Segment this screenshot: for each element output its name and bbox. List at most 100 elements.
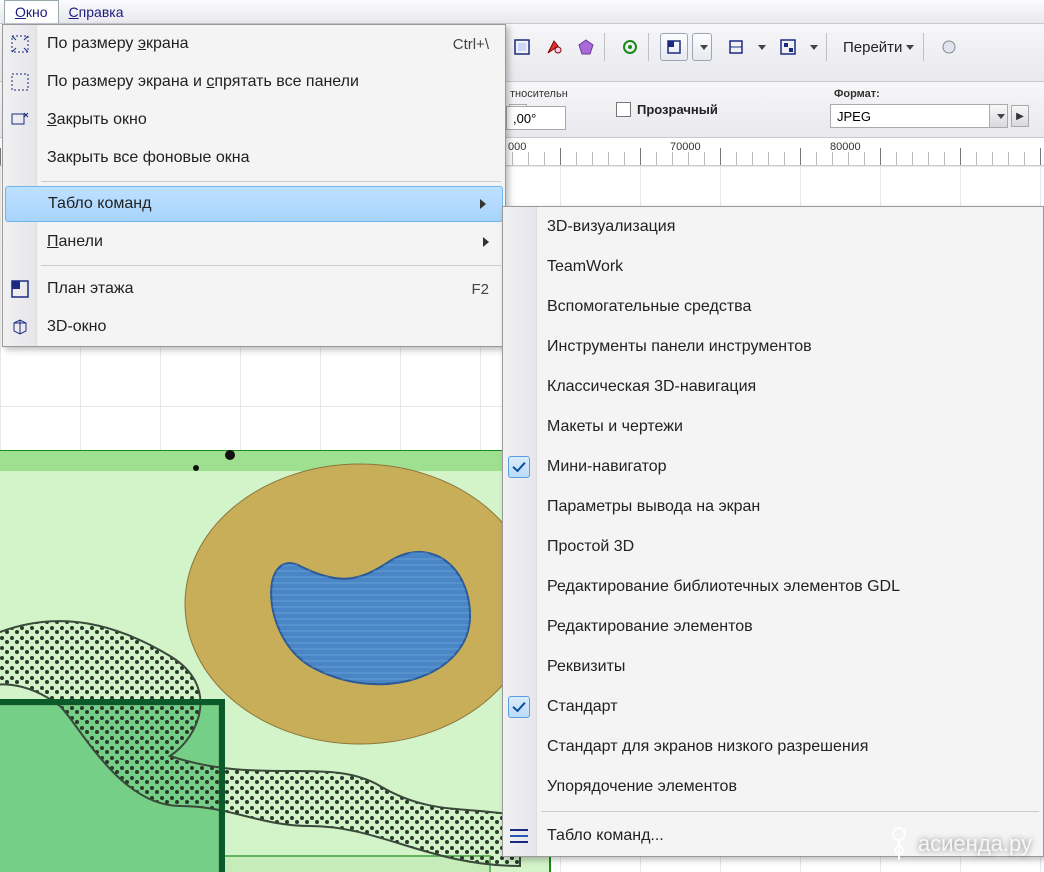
tool-icon-extra[interactable] bbox=[935, 33, 963, 61]
text: Инструменты панели инструментов bbox=[547, 338, 812, 356]
submenu-item-standard[interactable]: Стандарт bbox=[503, 687, 1043, 727]
menu-separator bbox=[41, 181, 501, 182]
3d-window-icon bbox=[9, 316, 31, 338]
text: прятать все панели bbox=[214, 73, 359, 90]
submenu-item[interactable]: TeamWork bbox=[503, 247, 1043, 287]
window-menu-dropdown: По размеру экрана Ctrl+\ По размеру экра… bbox=[2, 24, 506, 347]
transparent-label: Прозрачный bbox=[637, 102, 718, 117]
transparent-checkbox[interactable] bbox=[616, 102, 631, 117]
relative-label: тносительн bbox=[506, 86, 572, 102]
ruler-tick-label: 70000 bbox=[670, 141, 701, 153]
text: Табло команд... bbox=[547, 827, 664, 845]
format-dropdown-handle[interactable] bbox=[990, 104, 1008, 128]
text: Реквизиты bbox=[547, 658, 625, 676]
text: TeamWork bbox=[547, 258, 623, 276]
menu-window[interactable]: Окно bbox=[4, 0, 59, 23]
submenu-item[interactable]: Стандарт для экранов низкого разрешения bbox=[503, 727, 1043, 767]
text: Стандарт для экранов низкого разрешения bbox=[547, 738, 868, 756]
text: Классическая 3D-навигация bbox=[547, 378, 756, 396]
menu-item-close-window[interactable]: Закрыть окно bbox=[3, 101, 505, 139]
tool-icon-lamp[interactable] bbox=[540, 33, 568, 61]
tool-icon-section[interactable] bbox=[722, 33, 750, 61]
fit-hide-icon bbox=[9, 71, 31, 93]
menu-window-label: кно bbox=[26, 4, 48, 20]
submenu-item[interactable]: Редактирование элементов bbox=[503, 607, 1043, 647]
text: Простой 3D bbox=[547, 538, 634, 556]
submenu-separator bbox=[541, 811, 1039, 812]
menu-item-fit-hide-panels[interactable]: По размеру экрана и спрятать все панели bbox=[3, 63, 505, 101]
close-window-icon bbox=[9, 109, 31, 131]
toolbar-separator bbox=[826, 33, 834, 61]
submenu-item[interactable]: Простой 3D bbox=[503, 527, 1043, 567]
tool-icon-target[interactable] bbox=[616, 33, 644, 61]
tool-icon-a[interactable] bbox=[508, 33, 536, 61]
text: Закрыть все фоновые окна bbox=[47, 149, 250, 167]
submenu-item[interactable]: Упорядочение элементов bbox=[503, 767, 1043, 807]
text: Параметры вывода на экран bbox=[547, 498, 760, 516]
floor-plan-icon bbox=[9, 278, 31, 300]
submenu-item[interactable]: Вспомогательные средства bbox=[503, 287, 1043, 327]
submenu-item[interactable]: Параметры вывода на экран bbox=[503, 487, 1043, 527]
chevron-down-icon[interactable] bbox=[758, 45, 766, 50]
shortcut-label: F2 bbox=[471, 281, 489, 298]
menu-item-3d-window[interactable]: 3D-окно bbox=[3, 308, 505, 346]
text: По размеру экрана и bbox=[47, 73, 206, 90]
menu-window-accel: О bbox=[15, 4, 26, 20]
toolbar-separator bbox=[923, 33, 931, 61]
goto-button[interactable]: Перейти bbox=[836, 33, 921, 61]
submenu-item[interactable]: Классическая 3D-навигация bbox=[503, 367, 1043, 407]
text: Редактирование элементов bbox=[547, 618, 753, 636]
menu-separator bbox=[41, 265, 501, 266]
accel: П bbox=[47, 233, 59, 250]
menu-help-accel: С bbox=[69, 4, 79, 20]
text: акрыть окно bbox=[57, 111, 147, 128]
tool-icon-layout[interactable] bbox=[774, 33, 802, 61]
text: Табло команд bbox=[48, 195, 151, 213]
submenu-item[interactable]: 3D-визуализация bbox=[503, 207, 1043, 247]
submenu-item[interactable]: Макеты и чертежи bbox=[503, 407, 1043, 447]
submenu-item[interactable]: Редактирование библиотечных элементов GD… bbox=[503, 567, 1043, 607]
format-value: JPEG bbox=[837, 109, 871, 124]
tool-icon-gem[interactable] bbox=[572, 33, 600, 61]
text: По размеру bbox=[47, 35, 138, 52]
accel: З bbox=[47, 111, 57, 128]
text: Вспомогательные средства bbox=[547, 298, 751, 316]
menu-help[interactable]: Справка bbox=[59, 0, 134, 23]
text: 3D-визуализация bbox=[547, 218, 675, 236]
menu-item-toolbars[interactable]: Табло команд bbox=[5, 186, 503, 222]
menu-item-fit-screen[interactable]: По размеру экрана Ctrl+\ bbox=[3, 25, 505, 63]
tool-plan-dropdown[interactable] bbox=[692, 33, 712, 61]
toolbar-separator bbox=[648, 33, 656, 61]
menu-item-close-all-bg[interactable]: Закрыть все фоновые окна bbox=[3, 139, 505, 177]
check-icon bbox=[508, 696, 530, 718]
submenu-item-mini-navigator[interactable]: Мини-навигатор bbox=[503, 447, 1043, 487]
format-extra-button[interactable]: ▶ bbox=[1011, 105, 1029, 127]
text: крана bbox=[146, 35, 189, 52]
shortcut-label: Ctrl+\ bbox=[453, 36, 489, 53]
angle-value: ,00° bbox=[513, 111, 536, 126]
chevron-down-icon bbox=[906, 45, 914, 50]
menu-item-floor-plan[interactable]: План этажа F2 bbox=[3, 270, 505, 308]
format-label: Формат: bbox=[830, 86, 1029, 102]
chevron-down-icon[interactable] bbox=[810, 45, 818, 50]
menu-help-label: правка bbox=[79, 4, 124, 20]
watermark: асиенда.ру bbox=[886, 824, 1032, 864]
submenu-item[interactable]: Инструменты панели инструментов bbox=[503, 327, 1043, 367]
check-icon bbox=[508, 456, 530, 478]
submenu-item[interactable]: Реквизиты bbox=[503, 647, 1043, 687]
format-select[interactable]: JPEG bbox=[830, 104, 990, 128]
angle-field[interactable]: ,00° bbox=[506, 106, 566, 130]
menu-item-panels[interactable]: Панели bbox=[3, 223, 505, 261]
chevron-down-icon bbox=[700, 45, 708, 50]
fit-screen-icon bbox=[9, 33, 31, 55]
chevron-down-icon bbox=[997, 114, 1005, 119]
menubar: Окно Справка bbox=[0, 0, 1044, 24]
toolbars-icon bbox=[510, 829, 528, 843]
text: Упорядочение элементов bbox=[547, 778, 737, 796]
ruler-tick-label: 000 bbox=[508, 141, 526, 153]
goto-label: Перейти bbox=[843, 39, 902, 56]
ruler-tick-label: 80000 bbox=[830, 141, 861, 153]
text: 3D-окно bbox=[47, 318, 106, 336]
text: План этажа bbox=[47, 280, 133, 298]
tool-icon-plan[interactable] bbox=[660, 33, 688, 61]
